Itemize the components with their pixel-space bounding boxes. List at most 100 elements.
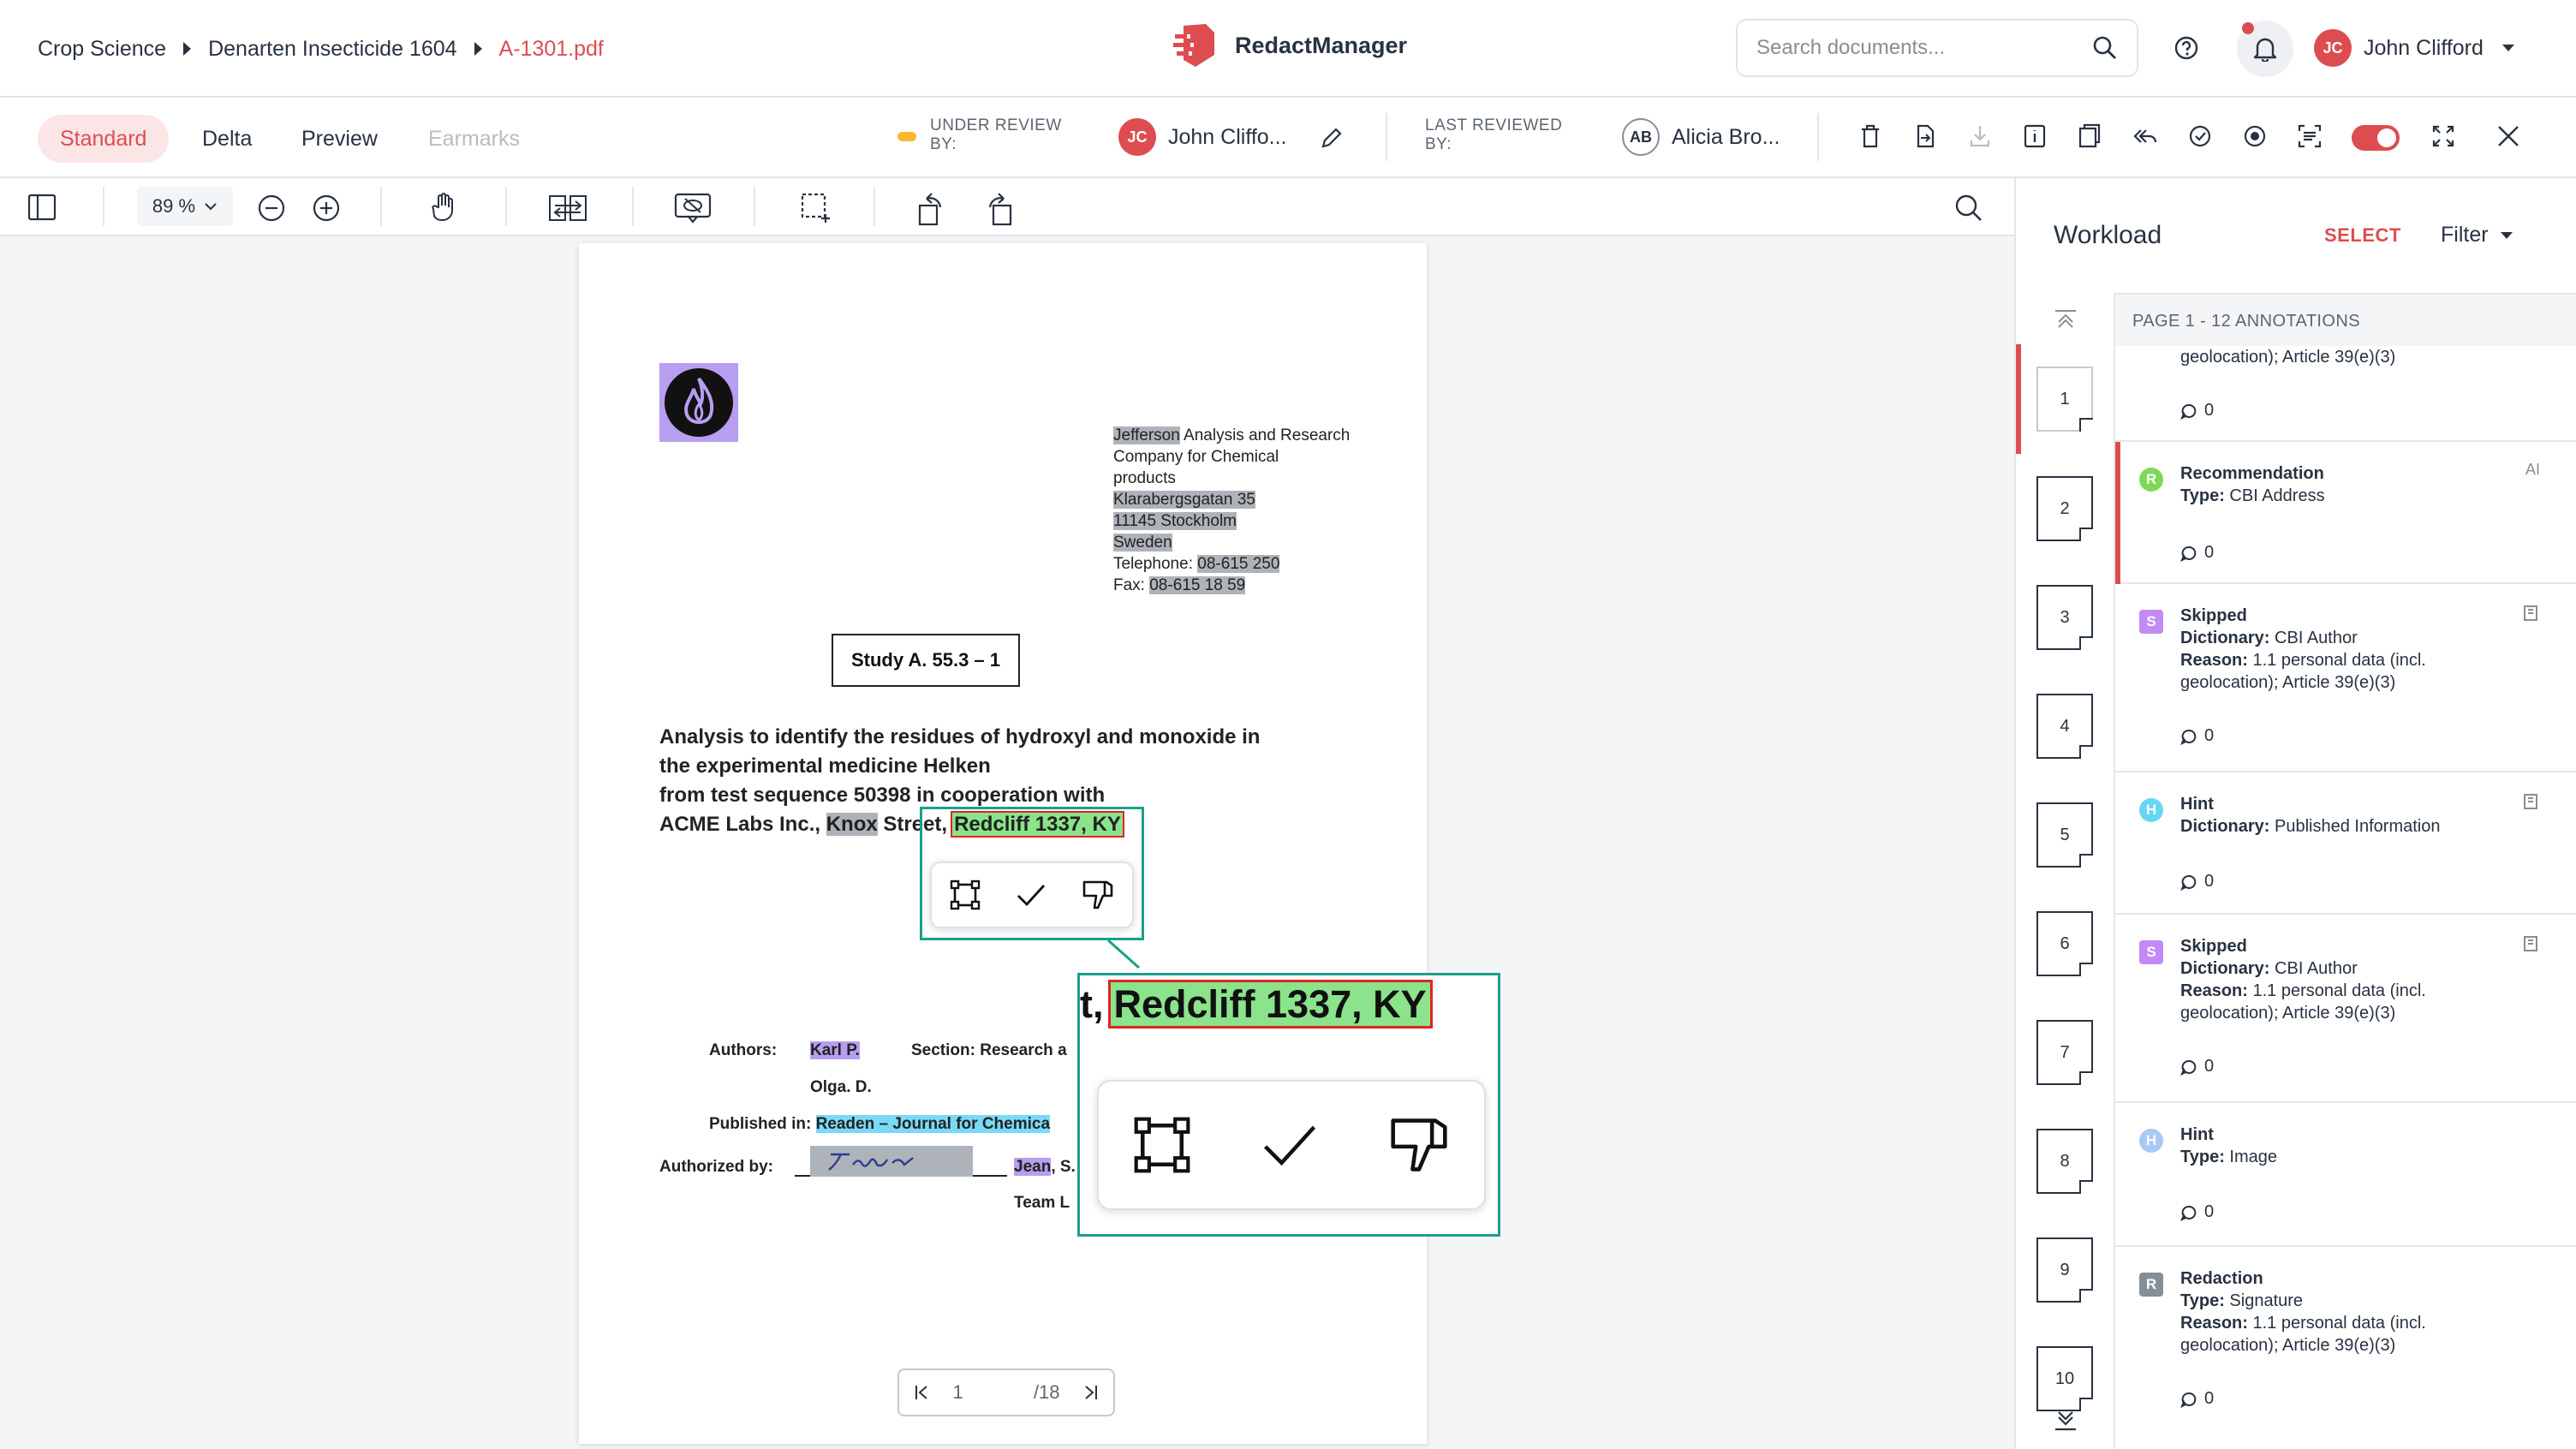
first-page-icon[interactable]: [913, 1383, 932, 1402]
document-viewer[interactable]: Jefferson Analysis and Research Company …: [0, 236, 2014, 1449]
reject-thumbs-down-icon[interactable]: [1386, 1114, 1452, 1176]
info-icon[interactable]: [2023, 123, 2047, 149]
last-page-icon[interactable]: [1081, 1383, 1100, 1402]
annotation-item[interactable]: H Hint Dictionary: Published Information …: [2115, 772, 2576, 915]
annotation-item[interactable]: S Skipped Dictionary: CBI Author Reason: 1…: [2115, 915, 2576, 1103]
search-input[interactable]: Search documents...: [1736, 19, 2138, 77]
redaction-highlight[interactable]: Sweden: [1113, 534, 1172, 552]
breadcrumb-current-file: A-1301.pdf: [498, 36, 604, 61]
page-thumbnail[interactable]: 3: [2036, 585, 2093, 650]
user-menu[interactable]: JC John Clifford: [2314, 29, 2514, 67]
breadcrumb-item-dossier[interactable]: Denarten Insecticide 1604: [208, 37, 456, 62]
help-icon[interactable]: [2174, 35, 2199, 61]
select-button[interactable]: SELECT: [2324, 224, 2401, 247]
rotate-right-icon[interactable]: [983, 187, 1016, 228]
trash-icon[interactable]: [1858, 123, 1882, 149]
reply-all-icon[interactable]: [2132, 123, 2158, 149]
author-highlight[interactable]: Jean: [1014, 1158, 1052, 1176]
fullscreen-icon[interactable]: [2430, 123, 2456, 149]
accept-check-icon[interactable]: [1259, 1114, 1321, 1176]
scroll-bottom-icon[interactable]: [2054, 1410, 2078, 1432]
comments-count[interactable]: 0: [2180, 872, 2214, 891]
author-highlight[interactable]: Karl P.: [810, 1041, 860, 1059]
redaction-highlight[interactable]: Jefferson: [1113, 426, 1180, 444]
annotation-item[interactable]: H Hint Type: Image 0: [2115, 1103, 2576, 1247]
hide-annotations-icon[interactable]: [673, 192, 713, 224]
page-thumbnail[interactable]: 6: [2036, 911, 2093, 976]
page-thumbnails: 1 2 3 4 5 6 7 8 9 10: [2016, 293, 2115, 1449]
accept-check-icon[interactable]: [1015, 879, 1047, 911]
hint-tag-icon: H: [2139, 798, 2163, 822]
zoom-select[interactable]: 89 %: [137, 187, 233, 226]
current-page-indicator: [2016, 344, 2021, 454]
team-text: Team L: [1014, 1194, 1070, 1212]
redaction-tag-icon: R: [2139, 1273, 2163, 1297]
check-circle-icon[interactable]: [2187, 123, 2213, 149]
area-select-icon[interactable]: [800, 192, 832, 224]
page-thumbnail[interactable]: 7: [2036, 1020, 2093, 1085]
page-thumbnail[interactable]: 9: [2036, 1237, 2093, 1303]
resize-annotation-icon[interactable]: [1131, 1114, 1193, 1176]
reject-thumbs-down-icon[interactable]: [1081, 879, 1115, 911]
toggle-switch[interactable]: [2352, 125, 2400, 151]
reviewer-name[interactable]: John Cliffo...: [1168, 125, 1287, 150]
search-document-icon[interactable]: [1954, 194, 1983, 223]
comment-icon: [2180, 874, 2197, 891]
divider: [754, 187, 755, 226]
comments-count[interactable]: 0: [2180, 401, 2214, 420]
record-icon[interactable]: [2242, 123, 2268, 149]
redaction-highlight[interactable]: 08-615 250: [1197, 555, 1280, 573]
redaction-highlight[interactable]: Klarabergsgatan 35: [1113, 491, 1255, 509]
comments-count[interactable]: 0: [2180, 1057, 2214, 1076]
resize-annotation-icon[interactable]: [949, 879, 981, 911]
export-file-icon[interactable]: [1913, 123, 1937, 149]
filter-button[interactable]: Filter: [2441, 223, 2513, 247]
annotation-item[interactable]: geolocation); Article 39(e)(3) 0: [2115, 346, 2576, 442]
page-thumbnail[interactable]: 10: [2036, 1346, 2093, 1411]
published-highlight[interactable]: Readen – Journal for Chemica: [815, 1115, 1051, 1133]
breadcrumb-arrow-icon: [183, 42, 192, 56]
annotation-item[interactable]: R Redaction Type: Signature Reason: 1.1 pe…: [2115, 1247, 2576, 1449]
redaction-highlight[interactable]: Knox: [826, 813, 878, 836]
last-reviewed-label: LAST REVIEWED BY:: [1425, 116, 1563, 153]
comments-count[interactable]: 0: [2180, 543, 2214, 563]
divider: [1386, 113, 1387, 161]
search-icon[interactable]: [2092, 35, 2118, 61]
tab-standard[interactable]: Standard: [38, 115, 170, 163]
annotation-item[interactable]: S Skipped Dictionary: CBI Author Reason: 1…: [2115, 584, 2576, 772]
app-logo[interactable]: RedactManager: [1172, 22, 1407, 69]
scroll-top-icon[interactable]: [2054, 308, 2078, 329]
redaction-highlight[interactable]: 08-615 18 59: [1149, 576, 1246, 594]
sidebar-toggle-icon[interactable]: [27, 194, 57, 221]
ocr-scan-icon[interactable]: [2297, 123, 2323, 149]
close-icon[interactable]: [2496, 123, 2521, 149]
copy-document-icon[interactable]: [2078, 123, 2102, 149]
page-thumbnail[interactable]: 1: [2036, 367, 2093, 432]
callout-highlight[interactable]: Redcliff 1337, KY: [1107, 980, 1433, 1029]
edit-pencil-icon[interactable]: [1319, 125, 1345, 151]
comment-icon: [2180, 1392, 2197, 1408]
signature-redaction[interactable]: [810, 1146, 973, 1177]
pdf-page[interactable]: Jefferson Analysis and Research Company …: [579, 243, 1427, 1444]
tab-preview[interactable]: Preview: [279, 115, 400, 163]
comments-count[interactable]: 0: [2180, 1389, 2214, 1409]
zoom-out-icon[interactable]: [257, 194, 286, 223]
page-number-input[interactable]: 1: [952, 1381, 1012, 1404]
compare-icon[interactable]: [548, 194, 587, 223]
annotation-item[interactable]: R Recommendation Type: CBI Address AI 0: [2115, 442, 2576, 584]
redaction-highlight[interactable]: 11145 Stockholm: [1113, 512, 1237, 530]
page-thumbnail[interactable]: 4: [2036, 694, 2093, 759]
page-thumbnail[interactable]: 8: [2036, 1129, 2093, 1194]
breadcrumb-item-crop-science[interactable]: Crop Science: [38, 37, 166, 62]
rotate-left-icon[interactable]: [915, 187, 947, 228]
page-thumbnail[interactable]: 2: [2036, 476, 2093, 541]
page-thumbnail[interactable]: 5: [2036, 802, 2093, 868]
pan-hand-icon[interactable]: [430, 192, 459, 223]
user-name: John Clifford: [2364, 35, 2484, 60]
zoom-in-icon[interactable]: [312, 194, 341, 223]
comments-count[interactable]: 0: [2180, 1202, 2214, 1222]
tab-delta[interactable]: Delta: [180, 115, 274, 163]
company-logo-image[interactable]: [659, 363, 738, 442]
notifications-button[interactable]: [2237, 21, 2293, 77]
comments-count[interactable]: 0: [2180, 726, 2214, 746]
